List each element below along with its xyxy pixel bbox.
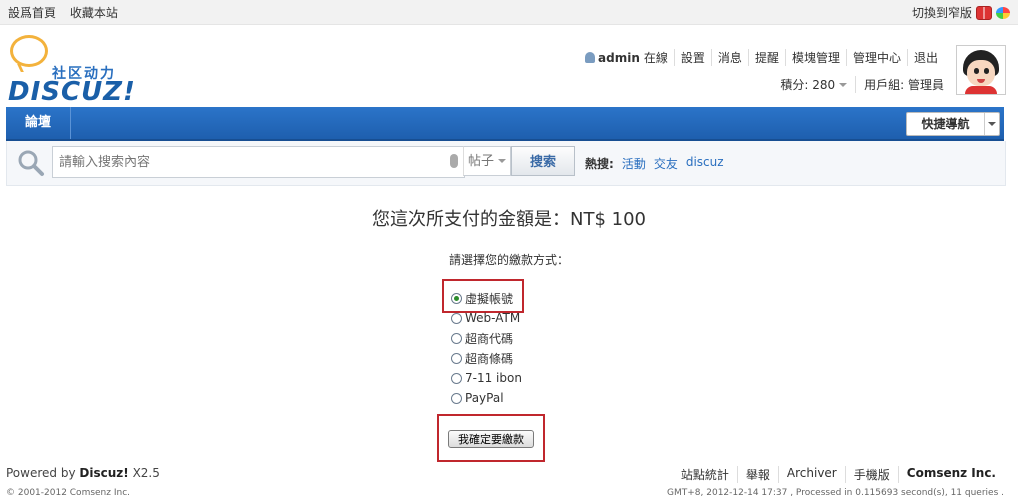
copyright: © 2001-2012 Comsenz Inc.: [6, 488, 131, 498]
search-field: [52, 146, 465, 178]
top-toolbar: 設爲首頁 收藏本站 切換到窄版: [0, 0, 1018, 25]
user-info: admin 在線: [579, 49, 674, 66]
user-icon: [585, 52, 596, 63]
report-link[interactable]: 舉報: [736, 466, 778, 483]
credits-dropdown[interactable]: 積分: 280: [780, 76, 848, 93]
search-input[interactable]: [57, 151, 441, 173]
chevron-down-icon: [839, 83, 848, 87]
confirm-payment-button[interactable]: 我確定要繳款: [448, 430, 534, 448]
payment-option-label: 7-11 ibon: [465, 371, 522, 385]
radio-button[interactable]: [451, 292, 462, 304]
avatar[interactable]: [956, 45, 1006, 95]
radio-button[interactable]: [451, 332, 462, 344]
payment-panel: 您這次所支付的金額是：NT$ 100 請選擇您的繳款方式： 虛擬帳號 Web-A…: [0, 190, 1018, 462]
logout-link[interactable]: 退出: [906, 49, 944, 66]
username-link[interactable]: admin: [598, 51, 640, 65]
powered-by-prefix: Powered by: [6, 466, 76, 480]
radio-button[interactable]: [451, 392, 462, 404]
payment-option-label: 超商條碼: [465, 351, 514, 366]
payment-method-prompt: 請選擇您的繳款方式：: [448, 253, 569, 267]
site-stats-link[interactable]: 站點統計: [673, 466, 737, 483]
search-button[interactable]: 搜索: [511, 146, 575, 176]
payment-option-label: 超商代碼: [465, 331, 514, 346]
site-footer: Powered by Discuz! X2.5 © 2001-2012 Coms…: [0, 462, 1018, 502]
quick-nav-button[interactable]: 快捷導航: [906, 112, 1000, 136]
payment-option[interactable]: 虛擬帳號: [451, 288, 522, 308]
credits-label: 積分: 280: [780, 78, 836, 92]
site-header: 社区动力 DISCUZ! admin 在線 設置 消息 提醒 模塊管理 管理中心 …: [0, 25, 1018, 107]
chevron-down-icon: [988, 122, 996, 126]
payment-option[interactable]: PayPal: [451, 388, 522, 408]
discuz-logo[interactable]: 社区动力 DISCUZ!: [8, 35, 143, 107]
set-homepage-link[interactable]: 設爲首頁: [8, 6, 56, 20]
mobile-link[interactable]: 手機版: [844, 466, 898, 483]
hot-search-link[interactable]: 活動: [622, 155, 646, 172]
hot-search-link[interactable]: discuz: [686, 155, 724, 172]
speech-bubble-icon: [10, 35, 48, 67]
archiver-link[interactable]: Archiver: [777, 466, 845, 483]
search-bar: 帖子 搜索 熱搜: 活動 交友 discuz: [6, 141, 1006, 186]
microphone-icon[interactable]: [450, 154, 458, 168]
messages-link[interactable]: 消息: [710, 49, 748, 66]
payment-option[interactable]: Web-ATM: [451, 308, 522, 328]
module-admin-link[interactable]: 模塊管理: [784, 49, 846, 66]
payment-option-label: Web-ATM: [465, 311, 521, 325]
hot-searches: 熱搜: 活動 交友 discuz: [585, 155, 724, 172]
payment-option-label: 虛擬帳號: [465, 291, 514, 306]
search-type-select[interactable]: 帖子: [463, 146, 511, 176]
payment-amount: 您這次所支付的金額是：NT$ 100: [372, 209, 646, 230]
settings-link[interactable]: 設置: [673, 49, 711, 66]
search-icon: [18, 150, 44, 176]
chevron-down-icon: [498, 159, 507, 163]
payment-option[interactable]: 超商代碼: [451, 328, 522, 348]
bookmark-site-link[interactable]: 收藏本站: [70, 6, 118, 20]
nav-tab-forum[interactable]: 論壇: [6, 107, 71, 139]
main-nav: 論壇 快捷導航: [6, 107, 1004, 141]
discuz-link[interactable]: Discuz!: [79, 466, 128, 480]
notifications-link[interactable]: 提醒: [747, 49, 785, 66]
user-menu: admin 在線 設置 消息 提醒 模塊管理 管理中心 退出: [579, 49, 944, 66]
switch-narrow-link[interactable]: 切換到窄版: [912, 4, 972, 21]
palette-icon[interactable]: [996, 6, 1010, 19]
user-stats: 積分: 280 用戶組: 管理員: [780, 76, 944, 93]
quick-nav-label: 快捷導航: [907, 113, 985, 135]
radio-button[interactable]: [451, 352, 462, 364]
payment-option[interactable]: 超商條碼: [451, 348, 522, 368]
payment-method-list: 虛擬帳號 Web-ATM 超商代碼 超商條碼 7-11 ibon PayPal: [451, 288, 522, 408]
powered-by: Powered by Discuz! X2.5: [6, 466, 160, 480]
hot-search-link[interactable]: 交友: [654, 155, 678, 172]
user-group-link[interactable]: 用戶組: 管理員: [864, 76, 944, 93]
payment-option[interactable]: 7-11 ibon: [451, 368, 522, 388]
logo-en-text: DISCUZ!: [8, 77, 136, 107]
search-type-label: 帖子: [468, 154, 495, 169]
admin-center-link[interactable]: 管理中心: [845, 49, 907, 66]
radio-button[interactable]: [451, 372, 462, 384]
payment-option-label: PayPal: [465, 391, 504, 405]
hot-search-label: 熱搜:: [585, 157, 614, 171]
processing-info: GMT+8, 2012-12-14 17:37 , Processed in 0…: [667, 488, 1004, 498]
online-status[interactable]: 在線: [644, 51, 668, 65]
radio-button[interactable]: [451, 312, 462, 324]
version-text: X2.5: [132, 466, 160, 480]
footer-links: 站點統計 舉報 Archiver 手機版 Comsenz Inc.: [673, 466, 1004, 483]
glasses-icon[interactable]: [976, 5, 992, 20]
comsenz-link[interactable]: Comsenz Inc.: [897, 466, 1004, 483]
